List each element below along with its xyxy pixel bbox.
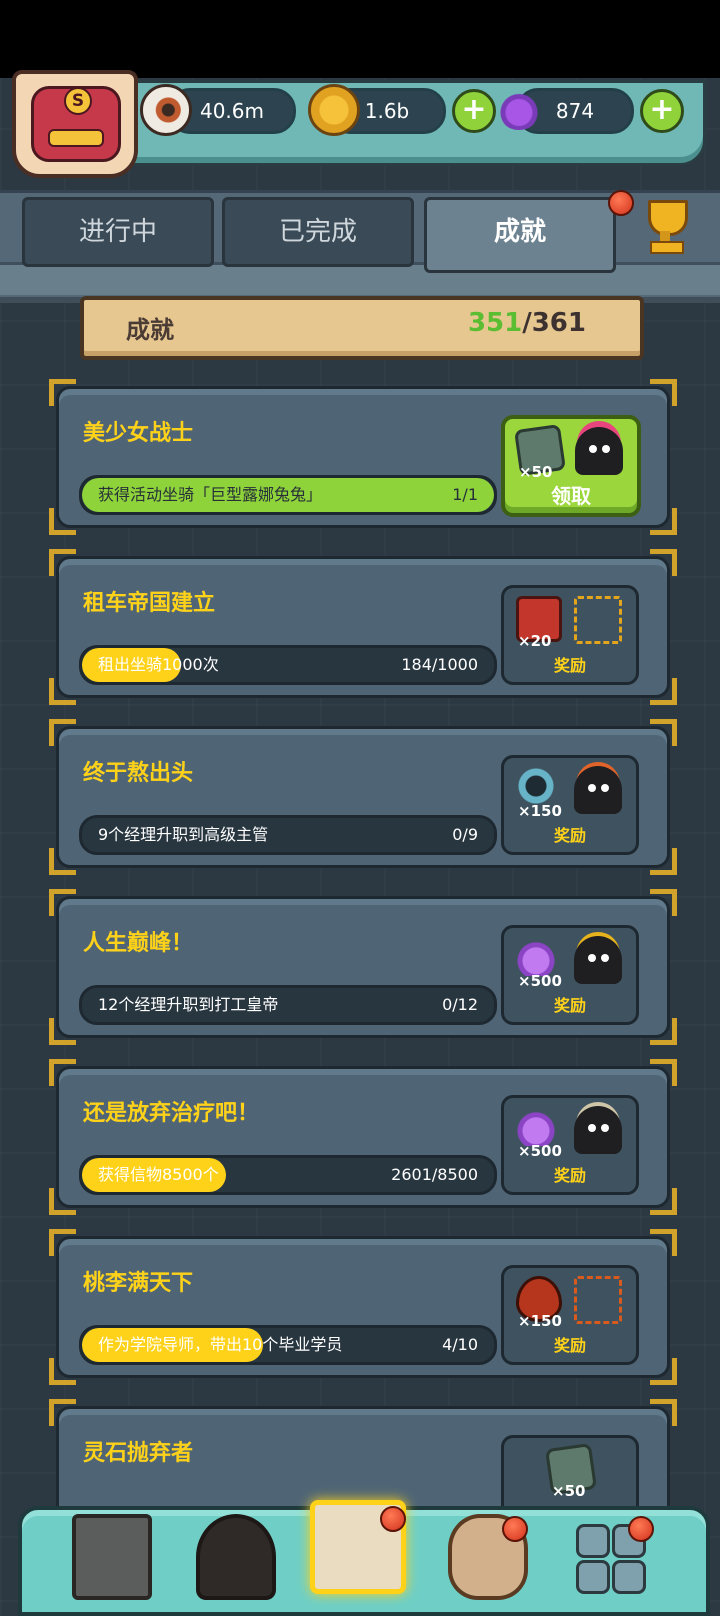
achievement-card: 人生巅峰！ 12个经理升职到打工皇帝 0/12 ×500 奖励: [49, 889, 677, 1045]
progress-bar: 12个经理升职到打工皇帝 0/12: [79, 985, 497, 1025]
achievement-name: 终于熬出头: [83, 761, 194, 786]
reward-quantity: ×50: [519, 463, 553, 481]
monster-face-icon: S: [31, 86, 121, 162]
tab-achievements[interactable]: 成就: [424, 197, 616, 273]
player-avatar[interactable]: S: [12, 70, 138, 178]
trophy-icon[interactable]: [640, 200, 690, 254]
coin-icon: [308, 84, 360, 136]
potion-icon: [516, 936, 556, 976]
reward-box[interactable]: ×500 奖励: [501, 925, 639, 1025]
reward-label: 奖励: [553, 1166, 586, 1185]
summary-title: 成就: [126, 316, 174, 344]
progress-bar: 获得信物8500个 2601/8500: [79, 1155, 497, 1195]
reward-quantity: ×500: [518, 1142, 562, 1160]
progress-value: 184/1000: [401, 655, 478, 674]
achievement-card: 租车帝国建立 租出坐骑1000次 184/1000 ×20 奖励: [49, 549, 677, 705]
summary-count: 351/361: [468, 308, 586, 338]
achievement-name: 人生巅峰！: [83, 931, 194, 956]
orange-monster-icon: [574, 766, 622, 814]
add-coins-button[interactable]: +: [452, 89, 496, 133]
teeth-decor: [48, 129, 104, 147]
progress-bar: 租出坐骑1000次 184/1000: [79, 645, 497, 685]
achievement-card: 桃李满天下 作为学院导师，带出10个毕业学员 4/10 ×150 奖励: [49, 1229, 677, 1385]
pink-monster-icon: [575, 427, 623, 475]
monster-nav-icon[interactable]: [196, 1514, 276, 1600]
achievement-card: 还是放弃治疗吧！ 获得信物8500个 2601/8500 ×500 奖励: [49, 1059, 677, 1215]
achievement-summary-banner: 成就 351/361: [80, 296, 644, 360]
progress-value: 2601/8500: [391, 1165, 478, 1184]
empty-slot-icon: [574, 596, 622, 644]
achievement-card: 美少女战士 获得活动坐骑「巨型露娜兔兔」 1/1 ×50 领取: [49, 379, 677, 535]
empty-slot-icon: [574, 1276, 622, 1324]
reward-quantity: ×500: [518, 972, 562, 990]
achievement-desc: 租出坐骑1000次: [98, 655, 219, 674]
reward-label: 奖励: [553, 826, 586, 845]
horned-monster-icon: [574, 1106, 622, 1154]
notification-dot-icon: [608, 190, 634, 216]
achievement-desc: 9个经理升职到高级主管: [98, 825, 269, 844]
progress-bar: 获得活动坐骑「巨型露娜兔兔」 1/1: [79, 475, 497, 515]
achievement-desc: 12个经理升职到打工皇帝: [98, 995, 279, 1014]
crowned-monster-icon: [574, 936, 622, 984]
claim-label: 领取: [551, 484, 591, 508]
reward-quantity: ×150: [518, 802, 562, 820]
reward-box[interactable]: ×20 奖励: [501, 585, 639, 685]
notification-dot-icon: [380, 1506, 406, 1532]
reward-label: 奖励: [553, 996, 586, 1015]
achievement-card: 终于熬出头 9个经理升职到高级主管 0/9 ×150 奖励: [49, 719, 677, 875]
claim-reward-button[interactable]: ×50 领取: [501, 415, 641, 517]
rank-s-badge: S: [64, 87, 92, 115]
eyeball-icon: [140, 84, 192, 136]
tab-in-progress[interactable]: 进行中: [22, 197, 214, 267]
reward-quantity: ×150: [518, 1312, 562, 1330]
shop-nav-icon[interactable]: [72, 1514, 152, 1600]
completed-count: 351: [467, 308, 523, 338]
progress-bar: 9个经理升职到高级主管 0/9: [79, 815, 497, 855]
total-count: /361: [522, 308, 586, 338]
reward-quantity: ×50: [552, 1482, 586, 1500]
reward-box[interactable]: ×500 奖励: [501, 1095, 639, 1195]
progress-value: 0/12: [442, 995, 478, 1014]
progress-value: 1/1: [452, 485, 478, 504]
achievement-name: 美少女战士: [83, 421, 194, 446]
achievement-name: 还是放弃治疗吧！: [83, 1101, 260, 1126]
ring-icon: [516, 766, 556, 806]
status-bar: [0, 0, 720, 78]
achievement-name: 租车帝国建立: [83, 591, 216, 616]
progress-value: 4/10: [442, 1335, 478, 1354]
reward-label: 奖励: [553, 656, 586, 675]
reward-label: 奖励: [553, 1336, 586, 1355]
achievement-name: 桃李满天下: [83, 1271, 194, 1296]
notification-dot-icon: [628, 1516, 654, 1542]
tab-completed[interactable]: 已完成: [222, 197, 414, 267]
progress-bar: 作为学院导师，带出10个毕业学员 4/10: [79, 1325, 497, 1365]
reward-box[interactable]: ×150 奖励: [501, 1265, 639, 1365]
achievement-name: 灵石抛弃者: [83, 1441, 194, 1466]
notification-dot-icon: [502, 1516, 528, 1542]
add-potions-button[interactable]: +: [640, 89, 684, 133]
achievement-desc: 获得信物8500个: [98, 1165, 219, 1184]
achievement-desc: 获得活动坐骑「巨型露娜兔兔」: [98, 485, 323, 504]
potion-icon: [516, 1106, 556, 1146]
achievement-desc: 作为学院导师，带出10个毕业学员: [98, 1335, 343, 1354]
potion-icon: [496, 84, 542, 130]
progress-value: 0/9: [452, 825, 478, 844]
reward-box[interactable]: ×150 奖励: [501, 755, 639, 855]
reward-quantity: ×20: [518, 632, 552, 650]
